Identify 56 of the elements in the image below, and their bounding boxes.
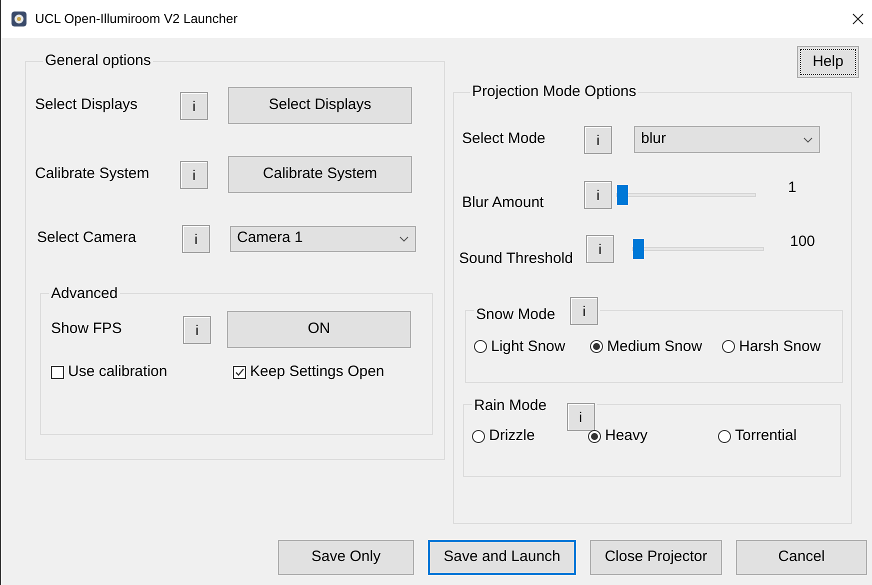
- dialog-button[interactable]: Close Projector: [590, 540, 722, 575]
- option-label: Select Camera: [37, 228, 138, 248]
- option-label: Select Mode: [462, 129, 546, 150]
- checkbox[interactable]: [233, 366, 246, 379]
- action-button[interactable]: Calibrate System: [228, 156, 412, 193]
- option-label: Sound Threshold: [459, 249, 574, 269]
- info-button[interactable]: i: [586, 235, 614, 264]
- radio-label: Heavy: [605, 426, 648, 446]
- info-button[interactable]: i: [566, 403, 595, 431]
- checkbox-label: Use calibration: [68, 362, 168, 382]
- toggle-button[interactable]: ON: [227, 311, 411, 348]
- app-icon: [11, 11, 27, 27]
- radio-button[interactable]: [588, 430, 601, 443]
- group-title: Projection Mode Options: [471, 82, 638, 102]
- radio-button[interactable]: [472, 430, 485, 443]
- info-button[interactable]: i: [584, 180, 612, 209]
- slider-value: 100: [790, 232, 816, 252]
- option-label: Select Displays: [35, 95, 139, 116]
- checkbox-label: Keep Settings Open: [250, 362, 384, 382]
- chevron-down-icon: [399, 236, 409, 242]
- slider-thumb[interactable]: [633, 239, 644, 260]
- chevron-down-icon: [803, 136, 813, 142]
- dropdown[interactable]: blur: [634, 126, 820, 153]
- window-title: UCL Open-Illumiroom V2 Launcher: [35, 10, 238, 28]
- close-icon[interactable]: [852, 13, 864, 25]
- radio-button[interactable]: [722, 340, 735, 354]
- radio-label: Medium Snow: [607, 336, 702, 356]
- option-label: Show FPS: [51, 319, 123, 340]
- slider-thumb[interactable]: [617, 184, 628, 205]
- info-button[interactable]: i: [183, 316, 211, 344]
- dialog-button[interactable]: Cancel: [736, 540, 867, 575]
- action-button[interactable]: Select Displays: [228, 87, 412, 124]
- group-title: General options: [44, 51, 152, 71]
- option-label: Blur Amount: [462, 192, 545, 212]
- info-button[interactable]: i: [180, 160, 208, 188]
- radio-button[interactable]: [474, 340, 487, 354]
- option-label: Calibrate System: [35, 164, 150, 184]
- group-title: Advanced: [50, 284, 119, 304]
- group-title: Rain Mode: [474, 396, 547, 416]
- help-button[interactable]: Help: [797, 46, 859, 78]
- radio-label: Light Snow: [491, 336, 566, 356]
- radio-button[interactable]: [718, 430, 731, 443]
- radio-button[interactable]: [590, 340, 603, 354]
- info-button[interactable]: i: [182, 224, 210, 252]
- info-button[interactable]: i: [584, 126, 612, 154]
- info-button[interactable]: i: [180, 92, 208, 120]
- group-title: Snow Mode: [476, 305, 556, 325]
- radio-label: Torrential: [735, 426, 797, 446]
- radio-label: Drizzle: [489, 426, 535, 446]
- dialog-button[interactable]: Save Only: [278, 540, 414, 575]
- dropdown[interactable]: Camera 1: [230, 226, 416, 252]
- slider-value: 1: [788, 178, 796, 198]
- checkbox[interactable]: [51, 366, 64, 379]
- info-button[interactable]: i: [570, 296, 598, 324]
- radio-label: Harsh Snow: [739, 336, 821, 356]
- dialog-button[interactable]: Save and Launch: [428, 540, 576, 575]
